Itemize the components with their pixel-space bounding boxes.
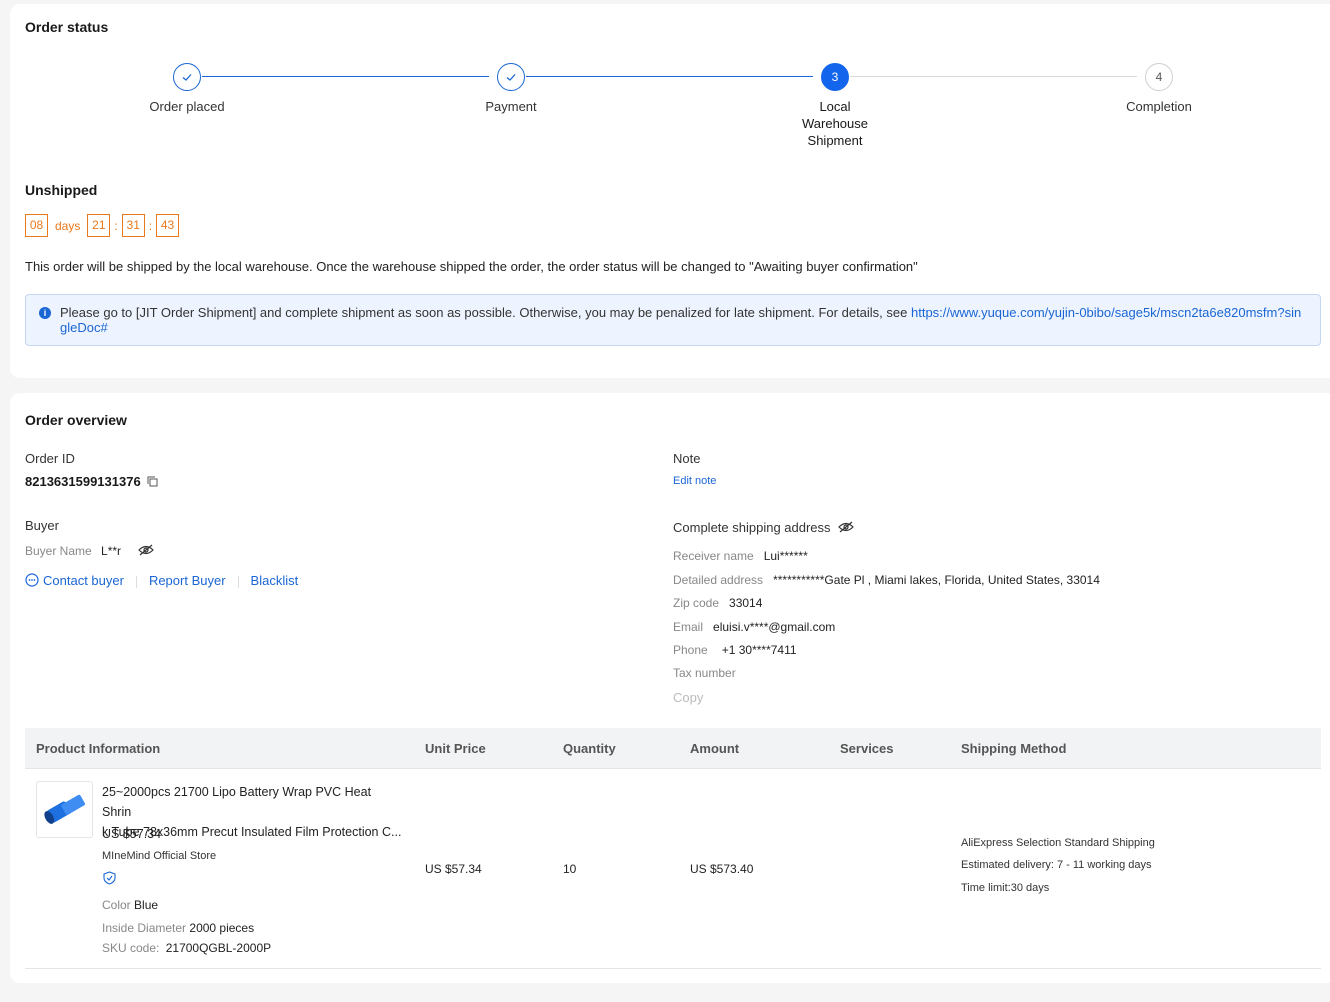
zip-value: 33014	[729, 596, 763, 610]
buyer-name-label: Buyer Name	[25, 544, 92, 558]
th-quantity: Quantity	[563, 741, 616, 756]
address-row: Detailed address ***********Gate Pl , Mia…	[673, 573, 1100, 587]
phone-value: +1 30****7411	[721, 643, 797, 657]
order-id-label: Order ID	[25, 451, 75, 466]
unit-price: US $57.34	[425, 862, 482, 876]
email-row: Email eluisi.v****@gmail.com	[673, 620, 835, 634]
th-services: Services	[840, 741, 894, 756]
eye-off-icon[interactable]	[838, 521, 855, 536]
edit-note-link[interactable]: Edit note	[673, 475, 716, 487]
buyer-name: L**r	[101, 544, 122, 558]
th-unit-price: Unit Price	[425, 741, 486, 756]
step-number: 4	[1145, 63, 1173, 91]
step-label: Payment	[485, 99, 537, 114]
info-icon: i	[39, 307, 51, 319]
unshipped-title: Unshipped	[25, 182, 98, 198]
shipping-method: AliExpress Selection Standard Shipping	[961, 837, 1155, 849]
countdown: 08 days 21 : 31 : 43	[25, 214, 180, 237]
step-payment: Payment	[441, 63, 581, 115]
th-product-information: Product Information	[36, 741, 161, 756]
color-label: Color	[102, 898, 131, 912]
email-value: eluisi.v****@gmail.com	[713, 620, 836, 634]
product-price: US $57.34	[102, 827, 162, 841]
divider	[135, 575, 137, 588]
step-number: 3	[821, 63, 849, 91]
phone-label: Phone	[673, 643, 708, 657]
estimated-delivery: Estimated delivery: 7 - 11 working days	[961, 859, 1152, 871]
buyer-actions: Contact buyer Report Buyer Blacklist	[25, 573, 298, 590]
time-limit: Time limit:30 days	[961, 882, 1050, 894]
countdown-days-label: days	[55, 218, 81, 233]
step-label: Completion	[1126, 99, 1192, 114]
order-overview-card: Order overview Order ID 8213631599131376…	[10, 393, 1330, 983]
divider	[237, 575, 239, 588]
step-completion: 4 Completion	[1089, 63, 1229, 115]
step-local-warehouse-shipment: 3 Local Warehouse Shipment	[765, 63, 905, 149]
countdown-minutes: 31	[121, 214, 145, 237]
countdown-seconds: 43	[156, 214, 180, 237]
sku-value: 21700QGBL-2000P	[165, 941, 272, 955]
check-icon	[173, 63, 201, 91]
diameter-label: Inside Diameter	[102, 921, 187, 935]
copy-icon[interactable]	[147, 475, 158, 490]
zip-row: Zip code 33014	[673, 596, 762, 610]
notice-text: Please go to [JIT Order Shipment] and co…	[60, 305, 911, 320]
product-table-header: Product Information Unit Price Quantity …	[25, 728, 1321, 769]
shipment-description: This order will be shipped by the local …	[25, 259, 918, 274]
order-overview-title: Order overview	[25, 412, 127, 428]
notice-box: i Please go to [JIT Order Shipment] and …	[25, 294, 1321, 346]
step-label: Order placed	[149, 99, 225, 114]
shipping-address-title: Complete shipping address	[673, 520, 855, 536]
buyer-name-row: Buyer Name L**r	[25, 544, 155, 559]
phone-row: Phone +1 30****7411	[673, 643, 797, 657]
shipping-address-label: Complete shipping address	[673, 520, 831, 535]
eye-off-icon[interactable]	[138, 544, 155, 559]
address-value: ***********Gate Pl , Miami lakes, Florid…	[773, 573, 1100, 587]
report-buyer-link[interactable]: Report Buyer	[149, 573, 226, 588]
quantity: 10	[563, 862, 577, 876]
product-title-line-1: 25~2000pcs 21700 Lipo Battery Wrap PVC H…	[102, 785, 372, 819]
check-icon	[497, 63, 525, 91]
th-amount: Amount	[690, 741, 740, 756]
order-id: 8213631599131376	[25, 474, 141, 489]
tax-label: Tax number	[673, 666, 736, 680]
countdown-hours: 21	[87, 214, 111, 237]
sku-label: SKU code:	[102, 941, 160, 955]
sku-attr: SKU code: 21700QGBL-2000P	[102, 941, 271, 955]
note-label: Note	[673, 451, 701, 466]
product-thumbnail[interactable]	[36, 781, 93, 838]
amount: US $573.40	[690, 862, 754, 876]
address-label: Detailed address	[673, 573, 764, 587]
tax-row: Tax number	[673, 666, 736, 680]
receiver-value: Lui******	[763, 549, 808, 563]
buyer-label: Buyer	[25, 518, 59, 533]
receiver-label: Receiver name	[673, 549, 754, 563]
receiver-row: Receiver name Lui******	[673, 549, 808, 563]
chat-icon	[25, 573, 39, 590]
store-name[interactable]: MIneMind Official Store	[102, 850, 216, 862]
table-row: 25~2000pcs 21700 Lipo Battery Wrap PVC H…	[25, 769, 1321, 969]
diameter-value: 2000 pieces	[189, 921, 255, 935]
step-order-placed: Order placed	[117, 63, 257, 115]
countdown-days: 08	[25, 214, 48, 237]
countdown-colon: :	[114, 218, 118, 233]
zip-label: Zip code	[673, 596, 720, 610]
th-shipping-method: Shipping Method	[961, 741, 1067, 756]
order-id-value: 8213631599131376	[25, 474, 158, 490]
countdown-colon: :	[148, 218, 153, 233]
email-label: Email	[673, 620, 704, 634]
step-label: Local Warehouse Shipment	[802, 99, 868, 148]
verified-shield-icon	[103, 871, 116, 888]
color-attr: Color Blue	[102, 898, 158, 912]
order-status-title: Order status	[25, 19, 109, 35]
color-value: Blue	[134, 898, 159, 912]
copy-button[interactable]: Copy	[673, 690, 703, 705]
diameter-attr: Inside Diameter 2000 pieces	[102, 921, 254, 935]
contact-buyer-link[interactable]: Contact buyer	[43, 573, 124, 588]
blacklist-link[interactable]: Blacklist	[251, 573, 299, 588]
order-status-card: Order status Order placed Payment 3 Loca…	[10, 4, 1330, 378]
